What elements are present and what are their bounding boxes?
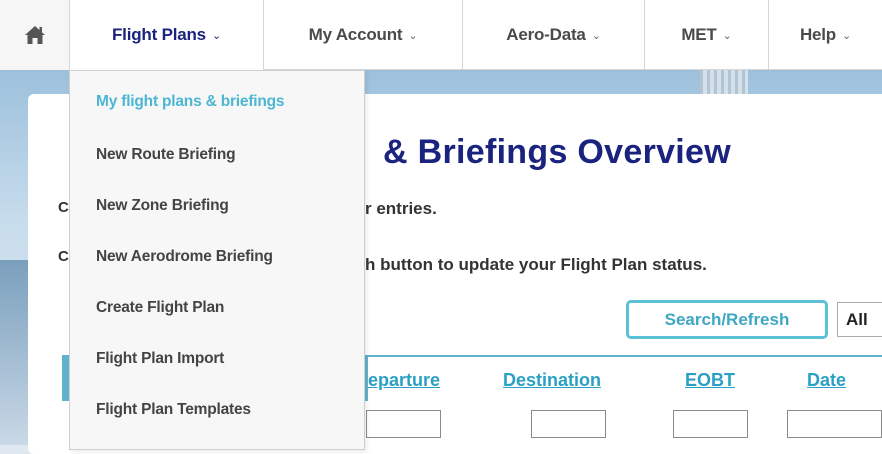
intro-line-1: r entries.	[365, 199, 437, 218]
column-departure[interactable]: eparture	[368, 370, 440, 391]
chevron-down-icon: ⌄	[211, 29, 221, 42]
top-navigation: Flight Plans ⌄ My Account ⌄ Aero-Data ⌄ …	[0, 0, 882, 70]
menu-item-flight-plan-templates[interactable]: Flight Plan Templates	[96, 401, 251, 419]
destination-filter-input[interactable]	[531, 410, 606, 438]
search-refresh-button[interactable]: Search/Refresh	[626, 300, 828, 339]
menu-item-new-zone-briefing[interactable]: New Zone Briefing	[96, 197, 229, 215]
status-filter-select[interactable]: All	[837, 302, 882, 337]
date-filter-input[interactable]	[787, 410, 882, 438]
intro-line-1-start: C	[58, 199, 69, 216]
departure-filter-input[interactable]	[366, 410, 441, 438]
nav-met[interactable]: MET ⌄	[645, 0, 769, 70]
nav-aero-data[interactable]: Aero-Data ⌄	[463, 0, 645, 70]
table-header	[368, 357, 882, 401]
menu-item-flight-plan-import[interactable]: Flight Plan Import	[96, 350, 224, 368]
nav-my-account-label: My Account	[308, 25, 403, 44]
intro-line-2: h button to update your Flight Plan stat…	[365, 255, 707, 274]
menu-item-new-aerodrome-briefing[interactable]: New Aerodrome Briefing	[96, 248, 273, 266]
column-destination[interactable]: Destination	[503, 370, 601, 391]
chevron-down-icon: ⌄	[722, 29, 732, 42]
nav-aero-data-label: Aero-Data	[506, 25, 586, 44]
chevron-down-icon: ⌄	[591, 29, 601, 42]
home-icon	[24, 26, 45, 44]
nav-help[interactable]: Help ⌄	[769, 0, 882, 70]
nav-my-account[interactable]: My Account ⌄	[264, 0, 463, 70]
page-title: & Briefings Overview	[383, 133, 731, 172]
flight-plans-dropdown: My flight plans & briefings New Route Br…	[69, 70, 365, 450]
chevron-down-icon: ⌄	[842, 29, 852, 42]
nav-flight-plans-label: Flight Plans	[112, 25, 206, 44]
menu-item-my-flight-plans[interactable]: My flight plans & briefings	[96, 93, 285, 111]
home-button[interactable]	[0, 0, 70, 70]
column-eobt[interactable]: EOBT	[685, 370, 735, 391]
eobt-filter-input[interactable]	[673, 410, 748, 438]
column-date[interactable]: Date	[807, 370, 846, 391]
intro-line-2-start: C	[58, 248, 69, 265]
page-title-text: & Briefings Overview	[383, 133, 732, 171]
menu-item-create-flight-plan[interactable]: Create Flight Plan	[96, 299, 224, 317]
menu-item-new-route-briefing[interactable]: New Route Briefing	[96, 146, 236, 164]
nav-flight-plans[interactable]: Flight Plans ⌄	[70, 0, 264, 70]
nav-help-label: Help	[799, 25, 836, 44]
background-scenery-left	[0, 260, 30, 445]
nav-met-label: MET	[681, 25, 717, 44]
chevron-down-icon: ⌄	[408, 29, 418, 42]
